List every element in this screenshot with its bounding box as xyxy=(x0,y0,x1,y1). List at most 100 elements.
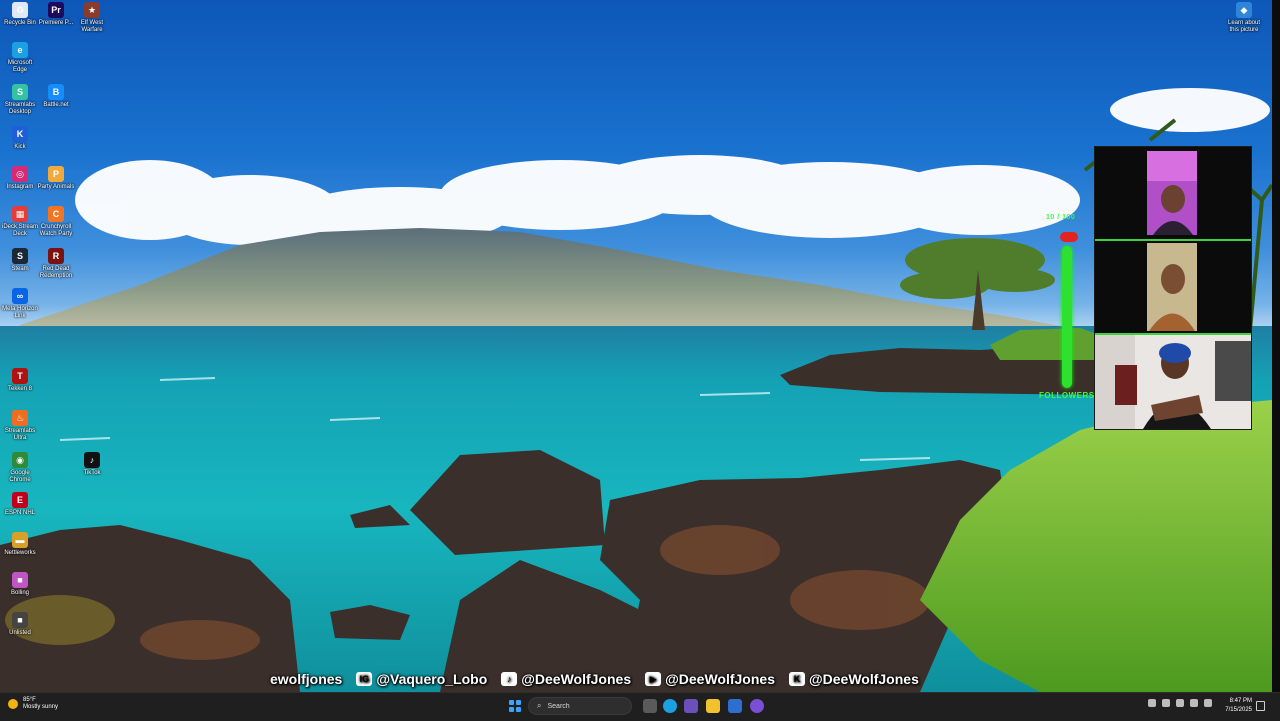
wallpaper-scene xyxy=(0,88,1272,692)
desktop-icon-edge[interactable]: e Microsoft Edge xyxy=(0,42,40,74)
social-handle-text: ewolfjones xyxy=(270,671,343,687)
desktop-icon-rdr[interactable]: R Red Dead Redemption xyxy=(36,248,76,280)
desktop-icon-steam[interactable]: S Steam xyxy=(0,248,40,273)
social-instagram: IG @Vaquero_Lobo xyxy=(356,671,487,687)
webcam-feed-3-image xyxy=(1095,335,1251,429)
webcam-panel xyxy=(1094,146,1252,430)
streamlabs-icon: S xyxy=(12,84,28,100)
task-view-icon[interactable] xyxy=(643,699,657,713)
microphone-icon[interactable] xyxy=(1162,699,1170,707)
app-taskbar-icon[interactable] xyxy=(750,699,764,713)
desktop-icon-battlenet[interactable]: B Battle.net xyxy=(36,84,76,109)
desktop-icon-label: Meta Horizon Link xyxy=(2,306,38,319)
desktop-icon-label: Crunchyroll Watch Party xyxy=(39,224,73,237)
windows-logo-icon xyxy=(509,700,514,705)
desktop-icon-kick[interactable]: K Kick xyxy=(0,126,40,151)
espn-icon: E xyxy=(12,492,28,508)
desktop-icon-flame[interactable]: ♨ Streamlabs Ultra xyxy=(0,410,40,442)
desktop-icon-label: Google Chrome xyxy=(9,470,31,483)
follower-goal-count: 10 / 100 xyxy=(1046,214,1076,221)
desktop-icon-folder[interactable]: ▬ Nettleworks xyxy=(0,532,40,557)
desktop-icon-label: Unlisted xyxy=(9,630,31,636)
desktop-icon-label: Bolling xyxy=(10,590,29,596)
social-tiktok: ♪ @DeeWolfJones xyxy=(501,671,631,687)
taskbar-clock[interactable]: 8:47 PM 7/15/2025 xyxy=(1222,697,1252,715)
social-handle-text: @DeeWolfJones xyxy=(809,671,919,687)
desktop-icon-label: Red Dead Redemption xyxy=(39,266,73,279)
taskbar-search[interactable]: ⌕ xyxy=(528,697,632,715)
teams-icon[interactable] xyxy=(684,699,698,713)
screen-edge xyxy=(1272,0,1280,692)
desktop-icon-label: Recycle Bin xyxy=(4,20,36,26)
desktop-icon-meta[interactable]: ∞ Meta Horizon Link xyxy=(0,288,40,320)
stream-deck-icon: ▦ xyxy=(12,206,28,222)
webcam-feed-1-image xyxy=(1095,147,1251,239)
party-animals-icon: P xyxy=(48,166,64,182)
social-handle-partial: ewolfjones xyxy=(270,671,342,687)
desktop-icon-streamlabs[interactable]: S Streamlabs Desktop xyxy=(0,84,40,116)
desktop-icon-tekken[interactable]: T Tekken 8 xyxy=(0,368,40,393)
desktop-icon-label: Steam xyxy=(11,266,29,272)
premiere-pro-icon: Pr xyxy=(48,2,64,18)
desktop-icon-app[interactable]: ■ Bolling xyxy=(0,572,40,597)
desktop-icon-label: Premiere P... xyxy=(38,20,74,26)
edge-taskbar-icon[interactable] xyxy=(663,699,677,713)
weather-widget[interactable]: 85°F Mostly sunny xyxy=(8,697,58,711)
speaker-icon[interactable] xyxy=(1190,699,1198,707)
top-icon-recycle-bin[interactable]: ♻ Recycle Bin xyxy=(0,2,40,27)
learn-about-picture-icon[interactable]: ◆ Learn about this picture xyxy=(1224,2,1264,34)
taskbar: 85°F Mostly sunny ⌕ 8:47 PM 7/15/2025 xyxy=(0,692,1280,721)
start-button[interactable] xyxy=(509,700,521,712)
social-handle-text: @DeeWolfJones xyxy=(521,671,632,687)
store-icon[interactable] xyxy=(728,699,742,713)
webcam-feed-2 xyxy=(1095,241,1251,333)
desktop-icon-crunchyroll[interactable]: C Crunchyroll Watch Party xyxy=(36,206,76,238)
desktop-icon-label: Elf West Warfare xyxy=(80,20,104,33)
network-icon[interactable] xyxy=(1176,699,1184,707)
system-tray xyxy=(1148,699,1212,707)
top-icon-premiere-pro[interactable]: Pr Premiere P... xyxy=(36,2,76,27)
desktop-icon-party-animals[interactable]: P Party Animals xyxy=(36,166,76,191)
webcam-feed-1 xyxy=(1095,147,1251,239)
tiktok-icon: ♪ xyxy=(84,452,100,468)
weather-temp: 85°F xyxy=(23,697,36,703)
desktop-icon-label: Instagram xyxy=(6,184,34,190)
social-handle-text: @DeeWolfJones xyxy=(665,671,775,687)
kick-icon: K xyxy=(12,126,28,142)
desktop-icon-label: Party Animals xyxy=(37,184,75,190)
desktop-icon-espn[interactable]: E ESPN NHL xyxy=(0,492,40,517)
search-input[interactable] xyxy=(545,701,630,711)
youtube-icon: ▶ xyxy=(645,672,662,686)
battery-icon[interactable] xyxy=(1204,699,1212,707)
crunchyroll-icon: C xyxy=(48,206,64,222)
desktop-icon-tiktok[interactable]: ♪ TikTok xyxy=(72,452,112,477)
desktop-icon-label: Microsoft Edge xyxy=(7,60,33,73)
desktop-icon-app[interactable]: ■ Unlisted xyxy=(0,612,40,637)
meta-icon: ∞ xyxy=(12,288,28,304)
kick-icon: K xyxy=(789,672,805,686)
recycle-bin-icon: ♻ xyxy=(12,2,28,18)
follower-goal-marker xyxy=(1060,232,1078,242)
clock-time: 8:47 PM xyxy=(1229,698,1252,704)
desktop-icon-stream-deck[interactable]: ▦ iDeck Stream Deck xyxy=(0,206,40,238)
desktop-icon-label: iDeck Stream Deck xyxy=(1,224,38,237)
desktop-icon-label: Tekken 8 xyxy=(7,386,32,392)
desktop-icon-label: TikTok xyxy=(83,470,101,476)
learn-about-icon: ◆ xyxy=(1236,2,1252,18)
app-icon: ■ xyxy=(12,572,28,588)
rdr-icon: R xyxy=(48,248,64,264)
flame-icon: ♨ xyxy=(12,410,28,426)
file-explorer-icon[interactable] xyxy=(706,699,720,713)
social-youtube: ▶ @DeeWolfJones xyxy=(645,671,775,687)
desktop-icon-label: ESPN NHL xyxy=(4,510,35,516)
search-icon: ⌕ xyxy=(537,701,542,710)
social-handle-text: @Vaquero_Lobo xyxy=(376,671,488,687)
battlenet-icon: B xyxy=(48,84,64,100)
sun-icon xyxy=(8,699,18,709)
social-kick: K @DeeWolfJones xyxy=(789,671,919,687)
chevron-up-icon[interactable] xyxy=(1148,699,1156,707)
desktop-icon-instagram[interactable]: ◎ Instagram xyxy=(0,166,40,191)
desktop-icon-chrome[interactable]: ◉ Google Chrome xyxy=(0,452,40,484)
top-icon-game[interactable]: ★ Elf West Warfare xyxy=(72,2,112,34)
notification-icon[interactable] xyxy=(1256,701,1265,711)
